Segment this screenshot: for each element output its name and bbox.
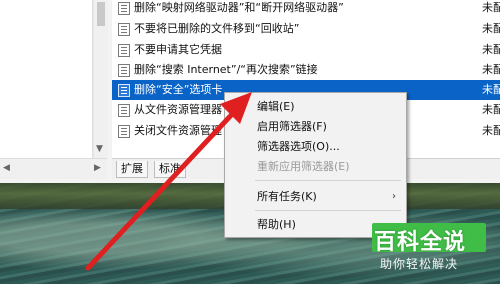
- setting-state: 未配: [482, 124, 500, 137]
- scroll-left-arrow-icon[interactable]: ◀: [3, 163, 10, 173]
- setting-name: 删除“安全”选项卡: [134, 83, 223, 96]
- policy-setting-icon: [118, 84, 130, 97]
- watermark-title: 百科全说: [374, 230, 467, 255]
- menu-item-filter-options[interactable]: 筛选器选项(O)...: [225, 137, 406, 157]
- menu-item-edit[interactable]: 编辑(E): [225, 97, 406, 117]
- list-item[interactable]: 不要申请其它凭据 未配: [112, 40, 500, 60]
- menu-item-label: 重新应用筛选器(E): [257, 160, 350, 173]
- setting-state: 未配: [482, 103, 500, 116]
- policy-setting-icon: [118, 44, 130, 57]
- setting-state: 未配: [482, 63, 500, 76]
- setting-state: 未配: [482, 22, 500, 35]
- tab-extended[interactable]: 扩展: [116, 161, 148, 178]
- policy-setting-icon: [118, 104, 130, 117]
- tab-standard[interactable]: 标准: [154, 161, 186, 178]
- menu-item-label: 编辑(E): [257, 100, 295, 113]
- setting-name: 删除“搜索 Internet”/“再次搜索”链接: [134, 63, 318, 76]
- policy-setting-icon: [118, 23, 130, 36]
- policy-setting-icon: [118, 125, 130, 138]
- policy-setting-icon: [118, 2, 130, 15]
- tree-vertical-scrollbar[interactable]: ▼: [93, 0, 108, 158]
- scrollbar-thumb[interactable]: [97, 2, 105, 26]
- menu-item-reapply-filter: 重新应用筛选器(E): [225, 157, 406, 177]
- setting-state: 未配: [482, 43, 500, 56]
- watermark: 百科全说 助你轻松解决: [368, 222, 490, 276]
- setting-name: 从文件资源管理器: [134, 103, 222, 116]
- menu-item-label: 筛选器选项(O)...: [257, 140, 340, 153]
- setting-state: 未配: [482, 1, 500, 14]
- policy-setting-icon: [118, 64, 130, 77]
- setting-state: 未配: [482, 83, 500, 96]
- menu-item-all-tasks[interactable]: 所有任务(K) ›: [225, 187, 406, 207]
- setting-name: 不要将已删除的文件移到“回收站”: [134, 22, 300, 35]
- menu-item-label: 帮助(H): [257, 218, 296, 231]
- submenu-arrow-icon: ›: [392, 191, 396, 202]
- menu-item-label: 所有任务(K): [257, 190, 317, 203]
- menu-separator: [255, 180, 401, 181]
- scroll-down-arrow-icon[interactable]: ▼: [96, 144, 103, 154]
- tree-pane[interactable]: [0, 0, 93, 158]
- list-item[interactable]: 不要将已删除的文件移到“回收站” 未配: [112, 19, 500, 39]
- scroll-right-arrow-icon[interactable]: ▶: [94, 163, 101, 173]
- context-menu: 编辑(E) 启用筛选器(F) 筛选器选项(O)... 重新应用筛选器(E) 所有…: [224, 92, 407, 238]
- menu-item-label: 启用筛选器(F): [257, 120, 327, 133]
- setting-name: 不要申请其它凭据: [134, 43, 222, 56]
- setting-name: 删除“映射网络驱动器”和“断开网络驱动器”: [134, 1, 344, 14]
- list-item[interactable]: 删除“搜索 Internet”/“再次搜索”链接 未配: [112, 60, 500, 80]
- menu-item-enable-filter[interactable]: 启用筛选器(F): [225, 117, 406, 137]
- list-item[interactable]: 删除“映射网络驱动器”和“断开网络驱动器” 未配: [112, 0, 500, 18]
- tree-horizontal-scrollbar[interactable]: ◀ ▶: [0, 158, 107, 179]
- setting-name: 关闭文件资源管理: [134, 124, 222, 137]
- menu-separator: [255, 210, 401, 211]
- watermark-subtitle: 助你轻松解决: [380, 257, 459, 271]
